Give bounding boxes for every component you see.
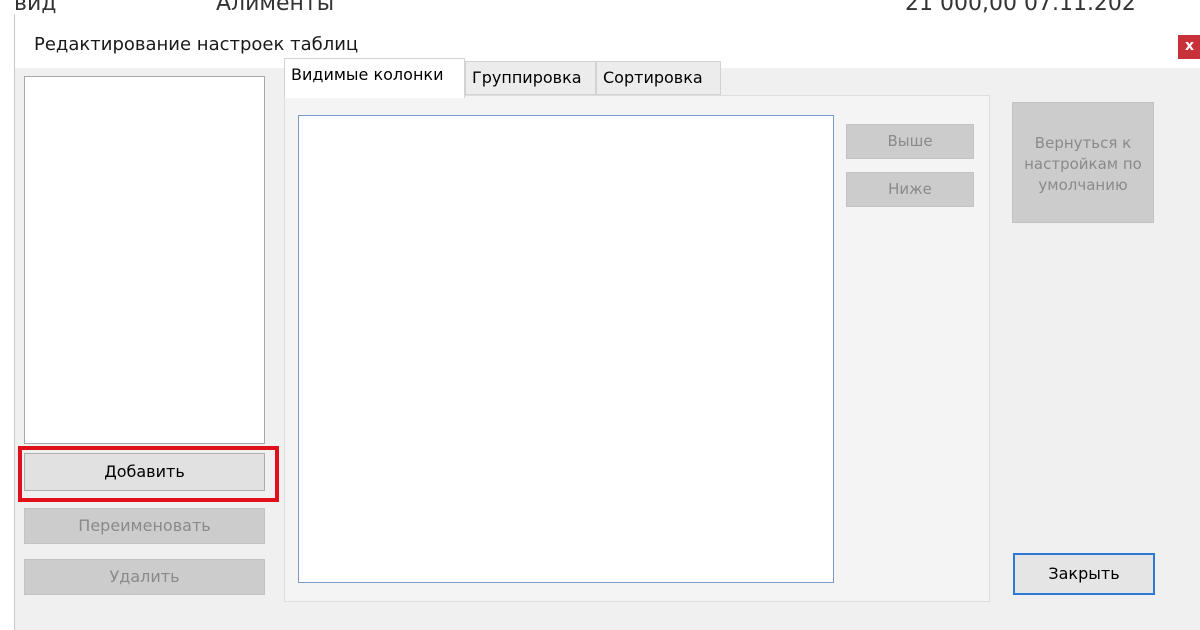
tab-sorting[interactable]: Сортировка	[596, 61, 721, 95]
close-icon[interactable]: x	[1178, 35, 1200, 59]
tab-visible-columns[interactable]: Видимые колонки	[284, 58, 465, 98]
move-up-button[interactable]: Выше	[846, 124, 974, 159]
background-cell-type: вид	[14, 0, 57, 14]
dialog-title: Редактирование настроек таблиц	[34, 34, 359, 55]
add-button[interactable]: Добавить	[24, 453, 265, 491]
profiles-list[interactable]	[24, 76, 265, 444]
close-button[interactable]: Закрыть	[1013, 553, 1155, 595]
reset-to-defaults-button[interactable]: Вернуться к настройкам по умолчанию	[1012, 102, 1154, 223]
visible-columns-list[interactable]	[298, 115, 834, 583]
rename-button[interactable]: Переименовать	[24, 508, 265, 544]
delete-button[interactable]: Удалить	[24, 559, 265, 595]
background-window-row: вид Алименты 21 000,00 07.11.202	[0, 0, 1200, 14]
background-cell-name: Алименты	[216, 0, 335, 14]
dialog-titlebar: Редактирование настроек таблиц x	[15, 14, 1200, 68]
move-down-button[interactable]: Ниже	[846, 172, 974, 207]
tab-grouping[interactable]: Группировка	[465, 61, 596, 95]
background-cell-amount-date: 21 000,00 07.11.202	[905, 0, 1136, 14]
